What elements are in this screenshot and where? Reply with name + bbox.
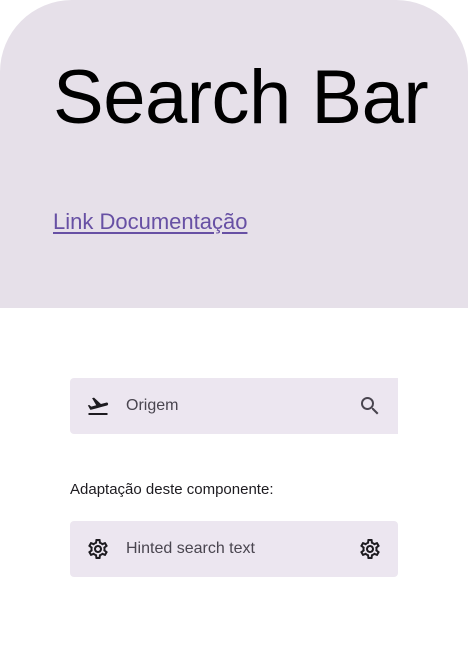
hinted-search-bar[interactable] (70, 521, 398, 577)
hero-header: Search Bar Link Documentação (0, 0, 468, 308)
settings-icon[interactable] (358, 537, 382, 561)
search-icon[interactable] (358, 394, 382, 418)
settings-icon[interactable] (86, 537, 110, 561)
documentation-link[interactable]: Link Documentação (53, 208, 247, 236)
page-title: Search Bar (53, 55, 429, 140)
adaptation-label: Adaptação deste componente: (70, 481, 274, 498)
origin-search-input[interactable] (126, 394, 346, 418)
origin-search-bar[interactable] (70, 378, 398, 434)
flight-takeoff-icon (86, 394, 110, 418)
page: Search Bar Link Documentação Adaptação d… (0, 0, 468, 647)
hinted-search-input[interactable] (126, 537, 346, 561)
